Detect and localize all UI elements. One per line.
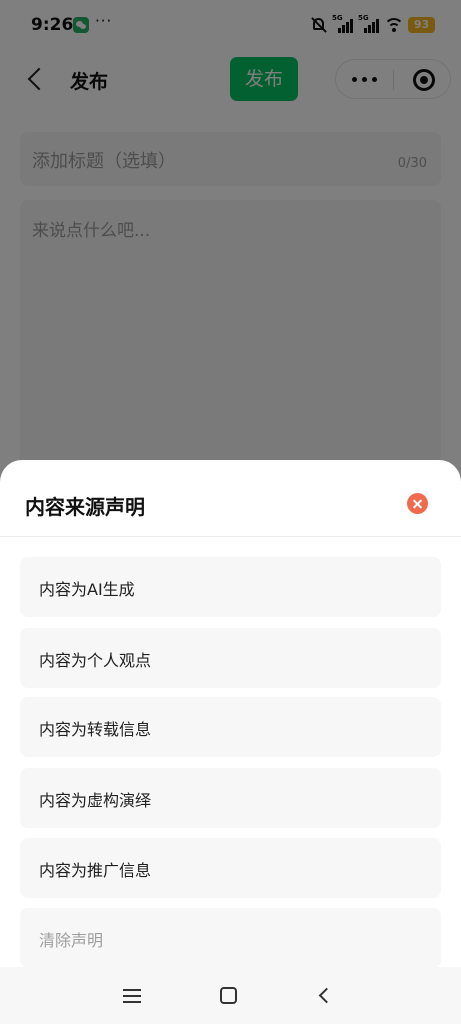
menu-icon[interactable] bbox=[123, 989, 141, 991]
option-personal-opinion[interactable]: 内容为个人观点 bbox=[20, 628, 441, 688]
option-label: 内容为AI生成 bbox=[39, 580, 135, 599]
system-nav-bar bbox=[0, 967, 461, 1024]
clear-declaration-label: 清除声明 bbox=[39, 931, 104, 950]
sheet-divider bbox=[0, 536, 461, 537]
option-label: 内容为个人观点 bbox=[39, 651, 152, 670]
content-source-sheet: 内容来源声明 内容为AI生成 内容为个人观点 内容为转载信息 内容为虚构演绎 内… bbox=[0, 460, 461, 1024]
option-reposted-info[interactable]: 内容为转载信息 bbox=[20, 697, 441, 757]
option-label: 内容为推广信息 bbox=[39, 861, 152, 880]
home-icon[interactable] bbox=[220, 987, 237, 1004]
option-label: 内容为转载信息 bbox=[39, 720, 152, 739]
option-fictional[interactable]: 内容为虚构演绎 bbox=[20, 768, 441, 828]
option-promotional[interactable]: 内容为推广信息 bbox=[20, 838, 441, 898]
back-icon[interactable] bbox=[318, 987, 335, 1004]
close-icon[interactable] bbox=[407, 493, 428, 514]
option-label: 内容为虚构演绎 bbox=[39, 791, 152, 810]
publish-page: 9:26 ··· 5G 5G 93 发布 发布 bbox=[0, 0, 461, 1024]
option-ai-generated[interactable]: 内容为AI生成 bbox=[20, 557, 441, 617]
sheet-title: 内容来源声明 bbox=[25, 495, 145, 519]
clear-declaration-button[interactable]: 清除声明 bbox=[20, 908, 441, 968]
